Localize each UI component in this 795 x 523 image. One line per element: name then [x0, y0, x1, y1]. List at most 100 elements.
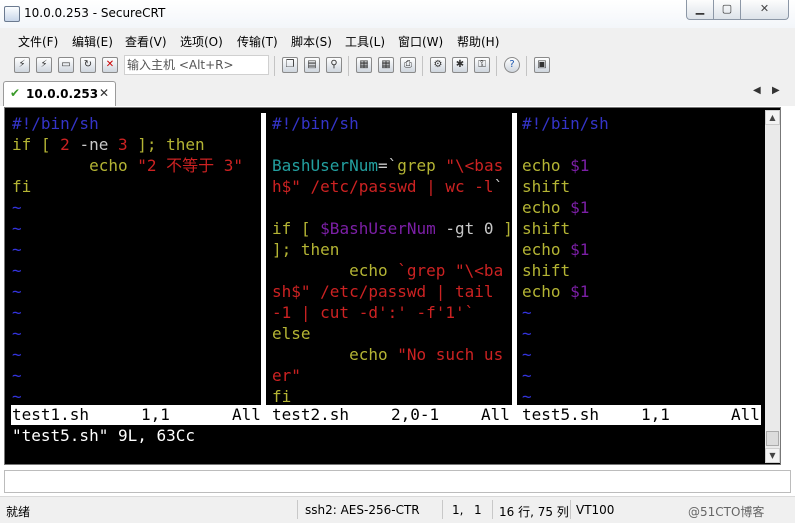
session-tab-label: 10.0.0.253 [26, 87, 99, 101]
vim-status-line: test1.sh 1,1 All test2.sh 2,0-1 All test… [11, 405, 761, 425]
scroll-up-arrow-icon[interactable]: ▲ [765, 110, 780, 125]
vim-pane-test1[interactable]: #!/bin/sh if [ 2 -ne 3 ]; then echo "2 不等… [12, 113, 261, 413]
code-token: #!/bin/sh [522, 114, 609, 133]
status-cipher: ssh2: AES-256-CTR [305, 503, 420, 517]
code-token: else [272, 324, 311, 343]
securecrt-app-icon[interactable] [4, 6, 20, 22]
code-token: =` [377, 156, 398, 175]
pane2-filename: test2.sh [272, 405, 350, 424]
code-line: ~ [12, 260, 261, 281]
empty-line-marker: ~ [12, 303, 22, 322]
code-line: ~ [12, 344, 261, 365]
pane-split-separator [261, 113, 266, 413]
pane2-percent: All [481, 405, 510, 424]
pane3-position: 1,1 [641, 405, 670, 424]
menu-view[interactable]: 查看(V) [125, 33, 167, 50]
maximize-button[interactable]: ▢ [713, 0, 741, 20]
vim-pane-test2[interactable]: #!/bin/sh BashUserNum=`grep "\<bas h$" /et… [272, 113, 512, 413]
disconnect-icon[interactable]: ✕ [102, 57, 118, 73]
empty-line-marker: ~ [522, 324, 532, 343]
code-line: #!/bin/sh [522, 113, 762, 134]
code-line: echo `grep "\<ba [272, 260, 512, 281]
code-line: echo $1 [522, 155, 762, 176]
code-token: h$" /etc/passwd | wc -l [272, 177, 494, 196]
menu-help[interactable]: 帮助(H) [457, 33, 499, 50]
print-icon[interactable]: ⎙ [400, 57, 416, 73]
tab-scroll-right-icon[interactable]: ▶ [772, 85, 780, 96]
code-token: er" [272, 366, 301, 385]
terminal-scrollbar[interactable]: ▲ ▼ [765, 110, 780, 463]
find-icon[interactable]: ⚲ [326, 57, 342, 73]
code-line: ~ [12, 239, 261, 260]
toolbar-separator [496, 56, 497, 76]
copy-icon[interactable]: ❐ [282, 57, 298, 73]
code-line: fi [272, 386, 512, 407]
code-line: ~ [522, 365, 762, 386]
pane-split-separator [512, 113, 517, 413]
code-line: ~ [522, 386, 762, 407]
menu-transfer[interactable]: 传输(T) [237, 33, 278, 50]
pane1-filename: test1.sh [12, 405, 90, 424]
pane3-percent: All [731, 405, 760, 424]
minimize-button[interactable]: ▁ [686, 0, 714, 20]
empty-line-marker: ~ [522, 345, 532, 364]
code-token: shift [522, 219, 571, 238]
vim-pane-test5[interactable]: #!/bin/sh echo $1 shift echo $1 shift echo $1… [522, 113, 762, 413]
code-line: #!/bin/sh [12, 113, 261, 134]
scroll-down-arrow-icon[interactable]: ▼ [765, 448, 780, 463]
quick-connect-input[interactable]: 输入主机 <Alt+R> [124, 55, 269, 75]
empty-line-marker: ~ [12, 198, 22, 217]
menu-script[interactable]: 脚本(S) [291, 33, 332, 50]
command-window-input[interactable] [4, 470, 791, 493]
code-token: sh$" /etc/passwd | tail [272, 282, 504, 301]
code-token: fi [272, 387, 292, 406]
menu-options[interactable]: 选项(O) [180, 33, 223, 50]
code-token: -ne [69, 135, 118, 154]
menu-window[interactable]: 窗口(W) [398, 33, 443, 50]
paste-icon[interactable]: ▤ [304, 57, 320, 73]
code-token: 2 [60, 135, 70, 154]
reconnect-icon[interactable]: ↻ [80, 57, 96, 73]
quick-connect-icon[interactable]: ⚡ [36, 57, 52, 73]
code-line: h$" /etc/passwd | wc -l` [272, 176, 512, 197]
status-separator [297, 500, 298, 519]
code-token: $BashUserNum [320, 219, 436, 238]
terminal-screen[interactable]: #!/bin/sh if [ 2 -ne 3 ]; then echo "2 不等… [4, 107, 781, 465]
code-token: fi [12, 177, 32, 196]
code-line: ~ [522, 344, 762, 365]
connect-in-tab-icon[interactable]: ▭ [58, 57, 74, 73]
status-cursor-row: 1, [452, 503, 464, 517]
minimize-icon: ▁ [695, 2, 705, 15]
status-bar: 就绪 ssh2: AES-256-CTR 1, 1 16 行, 75 列 VT1… [0, 496, 795, 523]
keymap-icon[interactable]: ⚿ [474, 57, 490, 73]
tab-scroll-left-icon[interactable]: ◀ [753, 85, 761, 96]
session-options-icon[interactable]: ⚙ [430, 57, 446, 73]
code-line: ~ [522, 302, 762, 323]
toolbar: ⚡ ⚡ ▭ ↻ ✕ 输入主机 <Alt+R> ❐ ▤ ⚲ ▦ ▦ ⎙ ⚙ ✱ ⚿… [0, 52, 795, 81]
code-token: echo [522, 240, 571, 259]
session-tab[interactable]: ✔ 10.0.0.253 ✕ [3, 81, 116, 106]
connect-icon[interactable]: ⚡ [14, 57, 30, 73]
code-token: ]; then [127, 135, 205, 154]
code-line: ~ [12, 281, 261, 302]
code-token: -1 | cut -d':' -f'1'` [272, 303, 475, 322]
vim-command-line: "test5.sh" 9L, 63Cc [12, 426, 196, 445]
print-selection-icon[interactable]: ▦ [378, 57, 394, 73]
code-line: shift [522, 176, 762, 197]
pane2-position: 2,0-1 [391, 405, 440, 424]
global-options-icon[interactable]: ✱ [452, 57, 468, 73]
menu-edit[interactable]: 编辑(E) [72, 33, 113, 50]
window-title: 10.0.0.253 - SecureCRT [24, 6, 166, 20]
menu-tools[interactable]: 工具(L) [345, 33, 385, 50]
sftp-icon[interactable]: ▣ [534, 57, 550, 73]
empty-line-marker: ~ [522, 387, 532, 406]
scroll-thumb[interactable] [766, 431, 779, 446]
help-icon[interactable]: ? [504, 57, 520, 73]
menu-file[interactable]: 文件(F) [18, 33, 58, 50]
code-line: echo $1 [522, 239, 762, 260]
tab-close-icon[interactable]: ✕ [99, 86, 109, 100]
close-button[interactable]: ✕ [740, 0, 789, 20]
code-token: echo [522, 282, 571, 301]
print-screen-icon[interactable]: ▦ [356, 57, 372, 73]
